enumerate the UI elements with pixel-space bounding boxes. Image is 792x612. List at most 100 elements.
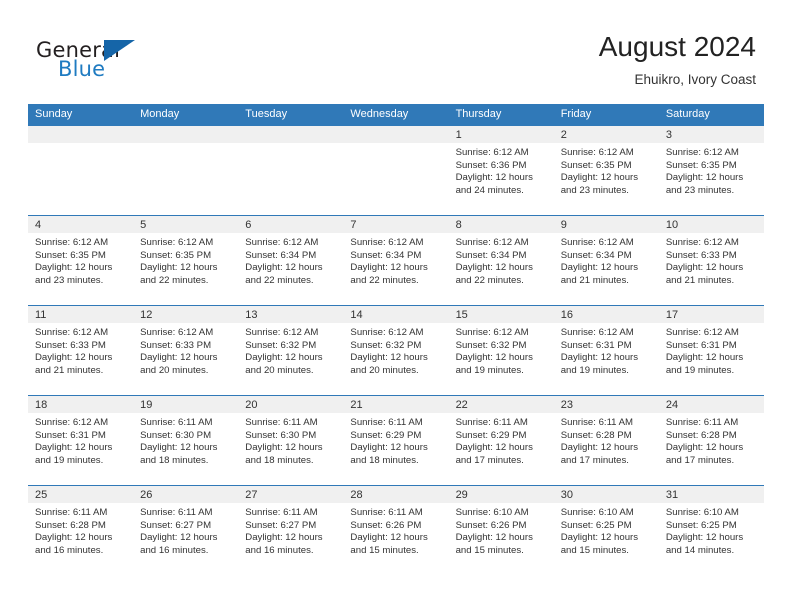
day-number: 18 <box>28 396 134 413</box>
calendar-day-cell[interactable]: 30 Sunrise: 6:10 AM Sunset: 6:25 PM Dayligh… <box>553 486 659 575</box>
calendar-day-cell[interactable]: 22 Sunrise: 6:11 AM Sunset: 6:29 PM Dayligh… <box>448 396 554 485</box>
sunrise-time: Sunrise: 6:12 AM <box>140 327 214 338</box>
day-details: Sunrise: 6:12 AM Sunset: 6:34 PM Daylight:… <box>238 233 343 287</box>
daylight-duration-line2: and 22 minutes. <box>140 274 209 286</box>
brand-logo[interactable]: General Blue <box>36 38 256 88</box>
calendar-day-cell[interactable]: 1 Sunrise: 6:12 AM Sunset: 6:36 PM Daylight… <box>448 126 554 215</box>
daylight-duration-line2: and 24 minutes. <box>455 184 524 196</box>
day-number <box>28 126 134 143</box>
daylight-duration-line1: Daylight: 12 hours <box>350 352 428 364</box>
sunrise-time: Sunrise: 6:12 AM <box>455 237 529 248</box>
daylight-duration-line2: and 19 minutes. <box>35 454 104 466</box>
calendar-day-cell[interactable]: 6 Sunrise: 6:12 AM Sunset: 6:34 PM Daylight… <box>238 216 344 305</box>
calendar-day-cell[interactable]: 9 Sunrise: 6:12 AM Sunset: 6:34 PM Daylight… <box>553 216 659 305</box>
calendar-day-cell[interactable]: 15 Sunrise: 6:12 AM Sunset: 6:32 PM Dayligh… <box>448 306 554 395</box>
calendar-day-cell[interactable]: 7 Sunrise: 6:12 AM Sunset: 6:34 PM Daylight… <box>343 216 449 305</box>
calendar-day-cell[interactable]: 21 Sunrise: 6:11 AM Sunset: 6:29 PM Dayligh… <box>343 396 449 485</box>
calendar-day-cell[interactable]: 19 Sunrise: 6:11 AM Sunset: 6:30 PM Dayligh… <box>133 396 239 485</box>
daylight-duration-line1: Daylight: 12 hours <box>560 442 639 454</box>
sunset-time: Sunset: 6:31 PM <box>560 339 632 351</box>
sunset-time: Sunset: 6:33 PM <box>35 339 106 351</box>
calendar-day-cell[interactable]: 5 Sunrise: 6:12 AM Sunset: 6:35 PM Daylight… <box>133 216 239 305</box>
brand-name-bottom: Blue <box>58 57 106 81</box>
calendar-day-cell[interactable]: 31 Sunrise: 6:10 AM Sunset: 6:25 PM Dayligh… <box>658 486 764 575</box>
calendar-day-cell[interactable]: 14 Sunrise: 6:12 AM Sunset: 6:32 PM Dayligh… <box>343 306 449 395</box>
daylight-duration-line1: Daylight: 12 hours <box>350 262 428 274</box>
day-number: 17 <box>658 306 764 323</box>
day-details: Sunrise: 6:11 AM Sunset: 6:28 PM Daylight:… <box>659 413 764 467</box>
sunrise-time: Sunrise: 6:12 AM <box>665 327 739 338</box>
calendar-day-cell[interactable]: 13 Sunrise: 6:12 AM Sunset: 6:32 PM Dayligh… <box>238 306 344 395</box>
daylight-duration-line2: and 18 minutes. <box>350 454 419 466</box>
calendar-grid: Sunday Monday Tuesday Wednesday Thursday… <box>28 104 764 575</box>
calendar-day-cell[interactable]: 25 Sunrise: 6:11 AM Sunset: 6:28 PM Dayligh… <box>28 486 134 575</box>
calendar-day-cell[interactable]: 24 Sunrise: 6:11 AM Sunset: 6:28 PM Dayligh… <box>658 396 764 485</box>
calendar-day-cell[interactable]: 12 Sunrise: 6:12 AM Sunset: 6:33 PM Dayligh… <box>133 306 239 395</box>
triangle-flag-icon <box>104 40 135 61</box>
calendar-cell-empty <box>343 126 449 215</box>
calendar-day-cell[interactable]: 16 Sunrise: 6:12 AM Sunset: 6:31 PM Dayligh… <box>553 306 659 395</box>
daylight-duration-line2: and 21 minutes. <box>560 274 629 286</box>
sunrise-time: Sunrise: 6:11 AM <box>35 507 108 518</box>
daylight-duration-line1: Daylight: 12 hours <box>560 532 639 544</box>
daylight-duration-line1: Daylight: 12 hours <box>140 532 218 544</box>
sunrise-time: Sunrise: 6:11 AM <box>560 417 634 428</box>
sunset-time: Sunset: 6:30 PM <box>245 429 317 441</box>
calendar-day-cell[interactable]: 27 Sunrise: 6:11 AM Sunset: 6:27 PM Dayligh… <box>238 486 344 575</box>
sunrise-time: Sunrise: 6:12 AM <box>455 147 529 158</box>
calendar-page: General Blue August 2024 Ehuikro, Ivory … <box>0 0 792 612</box>
day-number: 4 <box>28 216 134 233</box>
daylight-duration-line2: and 19 minutes. <box>560 364 629 376</box>
weekday-header-wednesday: Wednesday <box>350 108 409 120</box>
calendar-cell-empty <box>28 126 134 215</box>
daylight-duration-line2: and 20 minutes. <box>350 364 419 376</box>
calendar-day-cell[interactable]: 17 Sunrise: 6:12 AM Sunset: 6:31 PM Dayligh… <box>658 306 764 395</box>
calendar-day-cell[interactable]: 28 Sunrise: 6:11 AM Sunset: 6:26 PM Dayligh… <box>343 486 449 575</box>
daylight-duration-line1: Daylight: 12 hours <box>140 442 218 454</box>
daylight-duration-line2: and 18 minutes. <box>245 454 314 466</box>
sunset-time: Sunset: 6:25 PM <box>665 519 737 531</box>
sunset-time: Sunset: 6:31 PM <box>665 339 737 351</box>
day-number: 14 <box>343 306 449 323</box>
daylight-duration-line1: Daylight: 12 hours <box>35 352 113 364</box>
day-details: Sunrise: 6:10 AM Sunset: 6:25 PM Daylight:… <box>659 503 764 557</box>
sunset-time: Sunset: 6:29 PM <box>350 429 422 441</box>
sunrise-time: Sunrise: 6:12 AM <box>350 237 424 248</box>
sunrise-time: Sunrise: 6:11 AM <box>455 417 528 428</box>
calendar-day-cell[interactable]: 3 Sunrise: 6:12 AM Sunset: 6:35 PM Daylight… <box>658 126 764 215</box>
sunrise-time: Sunrise: 6:11 AM <box>350 417 423 428</box>
calendar-day-cell[interactable]: 20 Sunrise: 6:11 AM Sunset: 6:30 PM Dayligh… <box>238 396 344 485</box>
calendar-day-cell[interactable]: 2 Sunrise: 6:12 AM Sunset: 6:35 PM Daylight… <box>553 126 659 215</box>
daylight-duration-line2: and 15 minutes. <box>560 544 629 556</box>
day-details: Sunrise: 6:11 AM Sunset: 6:28 PM Daylight:… <box>554 413 659 467</box>
calendar-day-cell[interactable]: 8 Sunrise: 6:12 AM Sunset: 6:34 PM Daylight… <box>448 216 554 305</box>
day-number: 3 <box>658 126 764 143</box>
calendar-day-cell[interactable]: 29 Sunrise: 6:10 AM Sunset: 6:26 PM Dayligh… <box>448 486 554 575</box>
calendar-day-cell[interactable]: 4 Sunrise: 6:12 AM Sunset: 6:35 PM Daylight… <box>28 216 134 305</box>
sunset-time: Sunset: 6:34 PM <box>245 249 317 261</box>
daylight-duration-line1: Daylight: 12 hours <box>665 442 744 454</box>
sunrise-time: Sunrise: 6:10 AM <box>455 507 529 518</box>
daylight-duration-line2: and 20 minutes. <box>140 364 209 376</box>
calendar-day-cell[interactable]: 23 Sunrise: 6:11 AM Sunset: 6:28 PM Dayligh… <box>553 396 659 485</box>
weekday-header-saturday: Saturday <box>665 108 710 120</box>
day-details: Sunrise: 6:12 AM Sunset: 6:32 PM Daylight:… <box>449 323 554 377</box>
sunset-time: Sunset: 6:27 PM <box>140 519 212 531</box>
day-number: 31 <box>658 486 764 503</box>
day-number: 20 <box>238 396 344 413</box>
day-details: Sunrise: 6:12 AM Sunset: 6:31 PM Daylight:… <box>554 323 659 377</box>
sunrise-time: Sunrise: 6:11 AM <box>140 417 213 428</box>
calendar-day-cell[interactable]: 26 Sunrise: 6:11 AM Sunset: 6:27 PM Dayligh… <box>133 486 239 575</box>
sunset-time: Sunset: 6:31 PM <box>35 429 106 441</box>
day-number: 27 <box>238 486 344 503</box>
calendar-day-cell[interactable]: 10 Sunrise: 6:12 AM Sunset: 6:33 PM Dayligh… <box>658 216 764 305</box>
calendar-week-row: 25 Sunrise: 6:11 AM Sunset: 6:28 PM Dayligh… <box>28 485 764 575</box>
day-details: Sunrise: 6:12 AM Sunset: 6:32 PM Daylight:… <box>343 323 448 377</box>
calendar-day-cell[interactable]: 18 Sunrise: 6:12 AM Sunset: 6:31 PM Dayligh… <box>28 396 134 485</box>
daylight-duration-line1: Daylight: 12 hours <box>455 352 533 364</box>
calendar-day-cell[interactable]: 11 Sunrise: 6:12 AM Sunset: 6:33 PM Dayligh… <box>28 306 134 395</box>
day-number: 15 <box>448 306 554 323</box>
sunrise-time: Sunrise: 6:12 AM <box>455 327 529 338</box>
sunset-time: Sunset: 6:33 PM <box>140 339 212 351</box>
day-number: 19 <box>133 396 239 413</box>
